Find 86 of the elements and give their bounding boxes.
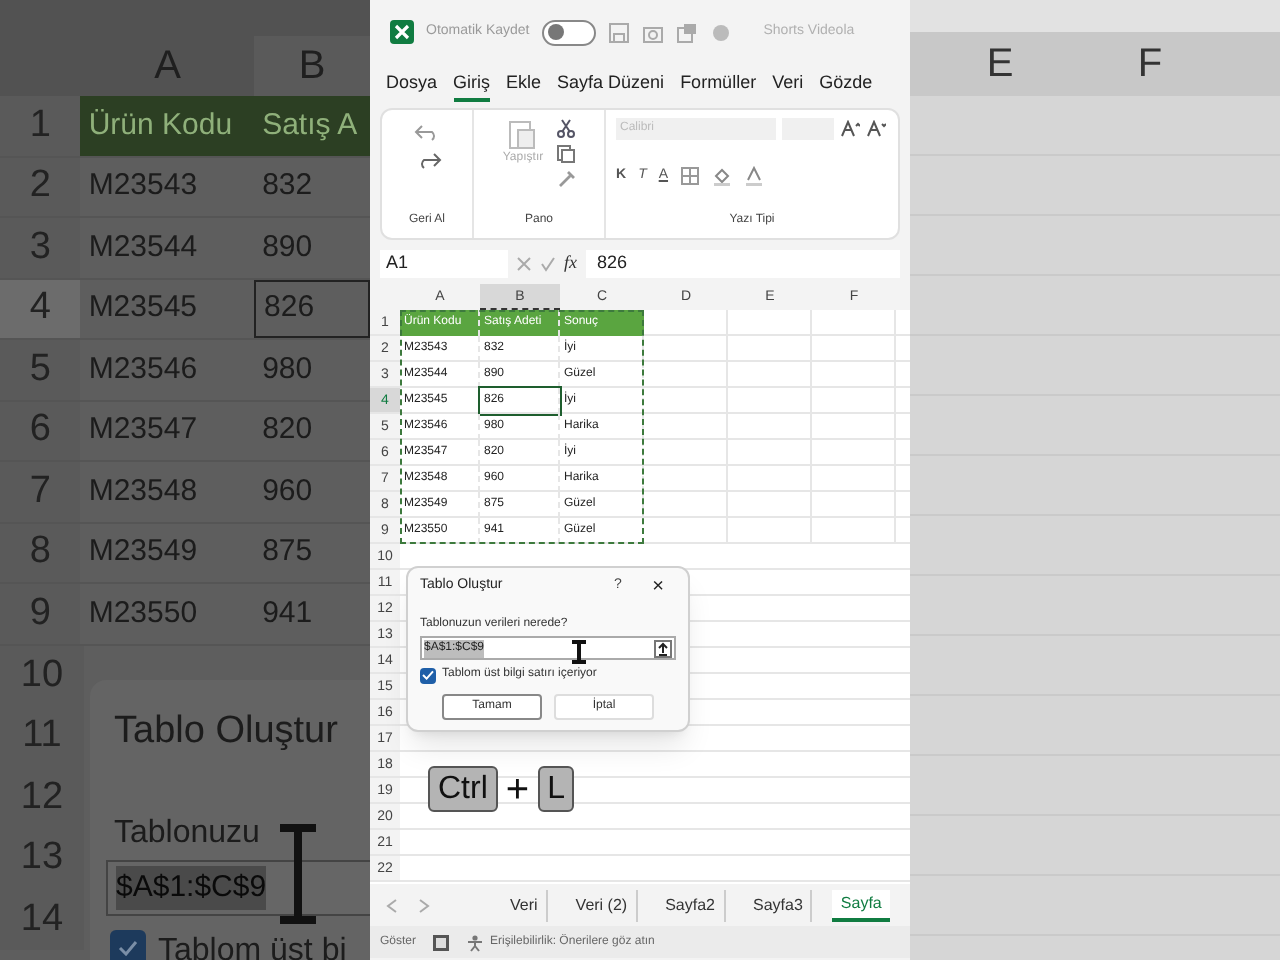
row-number: 12	[0, 767, 84, 828]
autosave-toggle[interactable]	[541, 19, 596, 45]
text-cursor-icon	[570, 640, 588, 664]
record-icon	[709, 21, 732, 43]
display-settings-icon	[432, 933, 451, 951]
plus-sign: +	[505, 769, 530, 809]
row-number: 9	[0, 584, 81, 643]
checkbox-label: Tablom üst bi	[158, 932, 347, 960]
row-number: 3	[0, 218, 81, 277]
table-cell-text: M23543	[86, 166, 200, 206]
table-cell-text: 832	[260, 166, 315, 206]
table-cell: Satış A	[254, 96, 370, 155]
confirm-icon	[540, 256, 556, 272]
brush-icon	[555, 170, 576, 190]
accessibility-icon	[466, 933, 485, 951]
table-cell-text: 890	[260, 227, 315, 267]
table-cell-text: 960	[260, 471, 315, 511]
column-header: E	[984, 40, 1016, 90]
table-cell-text: M23544	[86, 227, 200, 267]
row-number: 8	[0, 523, 81, 582]
table-cell-text: M23550	[86, 593, 200, 633]
table-cell-text: 980	[260, 349, 315, 389]
table-cell-text: M23549	[86, 532, 200, 572]
copy-icon	[555, 144, 576, 164]
menu-tab[interactable]: Sayfa Düzeni	[557, 69, 665, 103]
row-number: 4	[0, 279, 81, 338]
row-number: 7	[0, 462, 81, 521]
sheet-tab[interactable]: Veri (2)	[567, 889, 638, 921]
table-cell-text: M23546	[86, 349, 200, 389]
column-header: B	[254, 36, 370, 96]
sheet-tab[interactable]: Sayfa	[832, 889, 890, 921]
row-number: 1	[0, 96, 81, 155]
column-header: F	[1135, 40, 1165, 90]
sheet-tab[interactable]: Sayfa3	[745, 889, 813, 921]
menu-tab[interactable]: Ekle	[506, 69, 542, 103]
keyboard-key: Ctrl	[428, 766, 498, 812]
table-cell-text: M23547	[86, 410, 200, 450]
previous-icon	[386, 897, 398, 913]
window-icon	[675, 21, 698, 43]
check-icon	[118, 940, 138, 956]
spreadsheet-app-icon	[390, 20, 414, 44]
checkbox[interactable]	[420, 667, 436, 683]
shrink-font-icon	[866, 120, 886, 138]
table-cell-text: M23545	[86, 288, 200, 328]
cancel-icon	[516, 256, 532, 272]
table-cell-text: M23548	[86, 471, 200, 511]
table-cell-text: 941	[260, 593, 315, 633]
row-number: 5	[0, 340, 81, 399]
formula-field[interactable]: 826	[585, 250, 900, 278]
check-icon	[422, 670, 434, 680]
menu-tab[interactable]: Giriş	[453, 69, 491, 103]
row-number: 11	[0, 706, 84, 767]
grow-font-icon	[840, 120, 860, 138]
scissors-icon	[555, 118, 576, 138]
row-number: 14	[0, 889, 84, 950]
table-cell-text: 820	[260, 410, 315, 450]
row-number: 13	[0, 828, 84, 889]
keyboard-key: L	[537, 766, 575, 812]
name-box[interactable]: A1	[380, 250, 508, 278]
row-number: 6	[0, 401, 81, 460]
close-button[interactable]: ×	[640, 571, 676, 601]
camera-icon	[641, 21, 664, 43]
undo-icon	[413, 122, 441, 142]
font-color-icon	[744, 166, 765, 186]
menu-tab[interactable]: Gözde	[819, 69, 873, 103]
function-label: fx	[564, 250, 577, 277]
collapse-icon	[654, 639, 672, 657]
text-cursor-icon	[276, 824, 320, 924]
menu-tab[interactable]: Dosya	[386, 69, 438, 103]
borders-icon	[680, 166, 701, 186]
clipboard-icon	[508, 118, 537, 150]
checkbox[interactable]	[110, 930, 146, 960]
sheet-tab[interactable]: Veri	[502, 889, 548, 921]
field-label: Tablonuzu	[114, 814, 260, 854]
table-cell-text: 875	[260, 532, 315, 572]
menu-tab[interactable]: Veri	[772, 69, 804, 103]
fill-color-icon	[712, 166, 733, 186]
table-cell: Ürün Kodu	[80, 96, 255, 155]
dialog-title: Tablo Oluştur	[114, 708, 338, 756]
row-number: 10	[0, 645, 84, 706]
next-icon	[418, 897, 430, 913]
menu-tab[interactable]: Formüller	[680, 69, 757, 103]
row-number: 2	[0, 157, 81, 216]
save-icon	[607, 21, 630, 43]
table-cell: 826	[254, 279, 370, 338]
sheet-tab[interactable]: Sayfa2	[657, 889, 725, 921]
